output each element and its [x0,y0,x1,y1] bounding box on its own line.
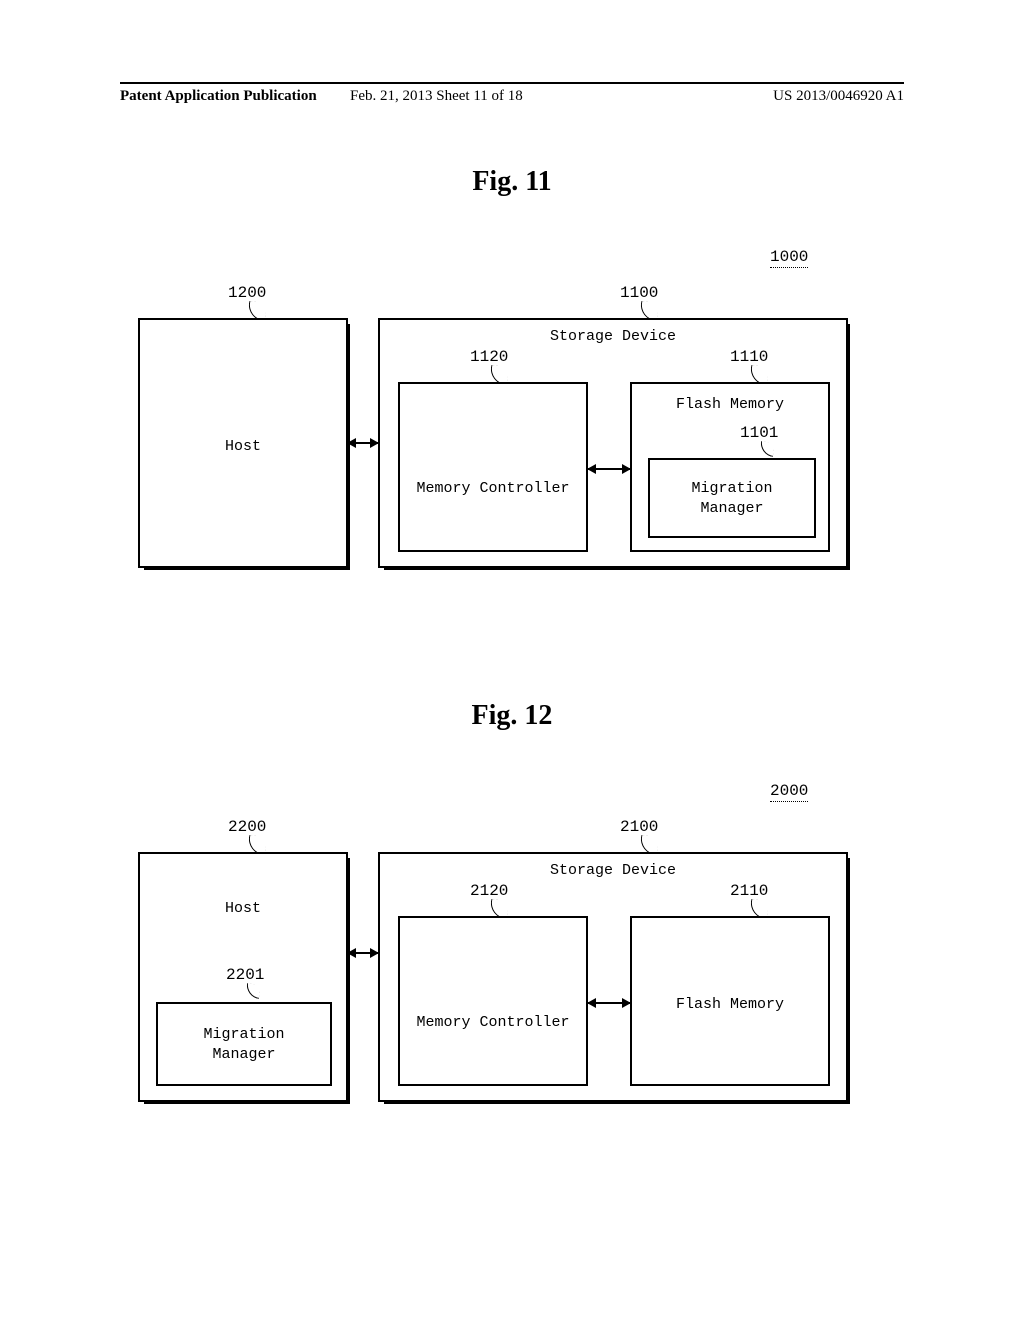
figure-11-title: Fig. 11 [0,166,1024,198]
memctrl-label: Memory Controller [400,480,586,497]
migration-manager-box: Migration Manager [156,1002,332,1086]
memctrl-label: Memory Controller [400,1014,586,1031]
mig-label-l1: Migration [158,1026,330,1043]
mig-ref-2201: 2201 [226,966,264,984]
storage-device-box: Storage Device 2120 Memory Controller 21… [378,852,848,1102]
system-ref-1000: 1000 [770,248,808,268]
bus-arrow-icon [348,442,378,444]
flash-memory-box: Flash Memory 1101 Migration Manager [630,382,830,552]
lead-line [759,441,775,457]
host-label: Host [140,438,346,455]
host-ref-2200: 2200 [228,818,266,836]
mig-label-l2: Manager [650,500,814,517]
figure-12-title: Fig. 12 [0,700,1024,732]
migration-manager-box: Migration Manager [648,458,816,538]
memctrl-ref-2120: 2120 [470,882,508,900]
storage-device-box: Storage Device 1120 Memory Controller 11… [378,318,848,568]
host-ref-1200: 1200 [228,284,266,302]
header-rule [120,82,904,84]
flash-ref-2110: 2110 [730,882,768,900]
bus-arrow-icon [588,468,630,470]
memctrl-ref-1120: 1120 [470,348,508,366]
system-ref-2000: 2000 [770,782,808,802]
storage-label: Storage Device [380,328,846,345]
flash-label: Flash Memory [632,396,828,413]
mig-ref-1101: 1101 [740,424,778,442]
host-box: Host [138,318,348,568]
flash-label: Flash Memory [632,996,828,1013]
bus-arrow-icon [348,952,378,954]
host-box: Host 2201 Migration Manager [138,852,348,1102]
lead-line [245,983,261,999]
storage-label: Storage Device [380,862,846,879]
bus-arrow-icon [588,1002,630,1004]
figure-11-diagram: 1000 1200 Host 1100 Storage Device 1120 … [120,230,904,590]
mig-label-l1: Migration [650,480,814,497]
memory-controller-box: Memory Controller [398,916,588,1086]
flash-ref-1110: 1110 [730,348,768,366]
figure-12-diagram: 2000 2200 Host 2201 Migration Manager 21… [120,764,904,1124]
header-mid: Feb. 21, 2013 Sheet 11 of 18 [350,88,523,105]
mig-label-l2: Manager [158,1046,330,1063]
storage-ref-1100: 1100 [620,284,658,302]
memory-controller-box: Memory Controller [398,382,588,552]
flash-memory-box: Flash Memory [630,916,830,1086]
host-label: Host [140,900,346,917]
storage-ref-2100: 2100 [620,818,658,836]
header-left: Patent Application Publication [120,88,317,105]
header-right: US 2013/0046920 A1 [773,88,904,105]
